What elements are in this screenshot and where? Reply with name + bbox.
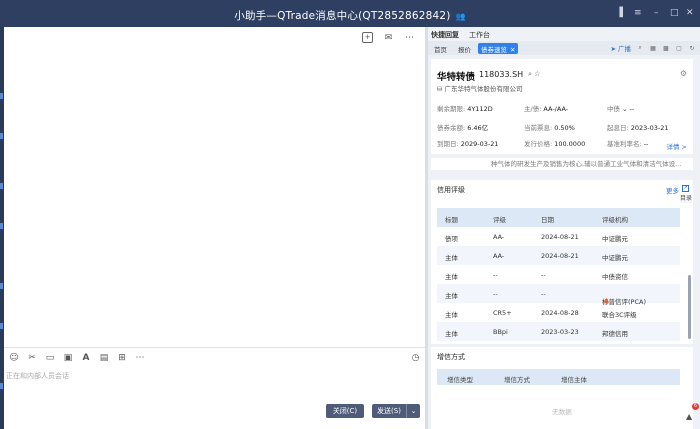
table-header: 标题 评级 日期 评级机构 [437, 208, 680, 227]
panel-tabs: 快捷回复 工作台 [428, 27, 700, 41]
field-maturity: 到期日: 2029-03-21 [437, 140, 499, 148]
subtab-bond-overview-label: 债券速览 [481, 46, 507, 54]
title-bar: 小助手—QTrade消息中心(QT2852862842) 👥 ▐ ≡ – □ ✕ [0, 0, 700, 27]
contact-card-icon[interactable]: ▤ [98, 352, 110, 364]
bond-name: 华特转债 [437, 72, 476, 83]
table-row[interactable]: 主体 -- -- 中债资信 [437, 265, 680, 284]
table-row[interactable]: 主体 BBpi 2023-03-23 邦德信用 [437, 322, 680, 341]
emoji-icon[interactable]: ☺ [8, 352, 20, 364]
empty-state: 无数据 [552, 408, 572, 416]
subtab-bar: 首页 报价 债券速览 ✕ ➤ 广播 ⌕ ▦ ▩ ▢ ↻ [428, 41, 700, 55]
broadcast-button[interactable]: ➤ 广播 [610, 43, 631, 53]
close-tab-icon[interactable]: ✕ [510, 46, 515, 54]
history-clock-icon[interactable]: ◷ [410, 352, 421, 363]
chat-area: + ✉ ⋯ ☺ ✂ ▭ ▣ A ▤ ⊞ ⋯ ◷ 正在和内部人员会话 关闭(C) … [4, 27, 425, 429]
folder-icon[interactable]: ▭ [44, 352, 56, 364]
field-chinabond: 中债 ⌄ -- [607, 105, 635, 113]
divider [4, 347, 425, 348]
add-icon[interactable]: + [362, 32, 373, 43]
field-balance: 债券余额: 6.46亿 [437, 124, 489, 132]
issuer-name: 广东华特气体股份有限公司 [444, 85, 523, 93]
mail-icon[interactable]: ✉ [383, 32, 394, 43]
maximize-icon[interactable]: □ [670, 8, 679, 18]
more-link[interactable]: 更多 [666, 185, 679, 195]
bond-card: 华特转债 118033.SH ⌕ ☆ ⚙ ⛁ 广东华特气体股份有限公司 剩余期限… [431, 59, 693, 154]
more-tools-icon[interactable]: ⋯ [134, 352, 146, 364]
workbench-panel: 快捷回复 工作台 首页 报价 债券速览 ✕ ➤ 广播 ⌕ ▦ ▩ ▢ ↻ 华特转债… [428, 27, 700, 429]
field-benchmark: 基准利率名: -- [607, 140, 649, 148]
field-rating: 主/债: AA-/AA- [524, 105, 569, 113]
table-row[interactable]: 主体 CR5+ 2024-08-28 联合3C评级 [437, 303, 680, 322]
search-icon[interactable]: ⌕ [528, 70, 532, 78]
company-description: 种气体的研发生产及销售为核心,辅以普通工业气体和清洁气体设... [431, 158, 693, 170]
window-title: 小助手—QTrade消息中心(QT2852862842) 👥 [0, 8, 700, 23]
company-icon: ⛁ [437, 85, 443, 93]
grid-icon[interactable]: ▩ [662, 44, 670, 52]
subtab-home[interactable]: 首页 [431, 43, 450, 54]
tab-quick-reply[interactable]: 快捷回复 [431, 27, 459, 41]
search-icon[interactable]: ⌕ [636, 44, 644, 52]
apps-icon[interactable]: ⊞ [116, 352, 128, 364]
enhancement-table-header: 增信类型 增信方式 增信主体 [437, 369, 680, 385]
field-coupon: 当前票息: 0.50% [524, 124, 575, 132]
signal-icon: ▐ [616, 8, 623, 18]
table-row[interactable]: 主体 AA- 2024-08-21 中证鹏元 [437, 246, 680, 265]
bond-code: 118033.SH [479, 70, 524, 79]
subtab-bond-overview[interactable]: 债券速览 ✕ [478, 43, 519, 54]
menu-icon[interactable]: ≡ [634, 8, 642, 18]
tab-workbench[interactable]: 工作台 [469, 27, 490, 41]
chat-top-toolbar: + ✉ ⋯ [362, 32, 415, 43]
minimize-icon[interactable]: – [654, 8, 659, 18]
calculator-icon[interactable]: ▦ [649, 44, 657, 52]
close-icon[interactable]: ✕ [686, 8, 694, 18]
broadcast-label: 广播 [618, 45, 631, 53]
message-input[interactable]: 正在和内部人员会话 [6, 371, 69, 381]
notification-badge: 6 [692, 403, 699, 410]
field-remaining-term: 剩余期限: 4Y112D [437, 105, 493, 113]
panel-tools: ➤ 广播 ⌕ ▦ ▩ ▢ ↻ [610, 43, 696, 53]
external-link-icon[interactable]: ↗ [682, 185, 689, 192]
subtab-quote[interactable]: 报价 [455, 43, 474, 54]
field-issue-price: 发行价格: 100.0000 [524, 140, 586, 148]
send-button[interactable]: 发送(S) [372, 404, 406, 418]
window-title-text: 小助手—QTrade消息中心(QT2852862842) [234, 10, 451, 22]
scissors-icon[interactable]: ✂ [26, 352, 38, 364]
scrollbar[interactable] [688, 275, 691, 339]
close-button[interactable]: 关闭(C) [326, 404, 364, 418]
issuer: ⛁ 广东华特气体股份有限公司 [437, 83, 523, 93]
people-icon[interactable]: 👥 [456, 12, 466, 21]
details-link[interactable]: 详情 > [666, 141, 687, 151]
send-options-chevron-icon[interactable]: ⌄ [406, 404, 420, 418]
credit-rating-card: 信用评级 更多 ↗ 目录 标题 评级 日期 评级机构 债项 AA- 2024-08-21 中… [431, 180, 693, 344]
credit-enhancement-card: 增信方式 增信类型 增信方式 增信主体 无数据 [431, 347, 693, 429]
bond-actions: ⌕ ☆ [528, 70, 540, 79]
field-start-date: 起息日: 2023-03-21 [607, 124, 669, 132]
compose-toolbar: ☺ ✂ ▭ ▣ A ▤ ⊞ ⋯ [8, 352, 146, 364]
bell-icon[interactable]: ▲ [686, 412, 696, 422]
credit-enhancement-title: 增信方式 [437, 353, 465, 361]
refresh-icon[interactable]: ↻ [688, 44, 696, 52]
credit-rating-title: 信用评级 [437, 186, 465, 194]
star-icon[interactable]: ☆ [534, 70, 540, 78]
chevron-down-icon[interactable]: ⌄ [622, 105, 627, 113]
more-icon[interactable]: ⋯ [404, 32, 415, 43]
catalog-tab[interactable]: 目录 [680, 195, 692, 203]
table-row[interactable]: 主体 -- -- 标普信评(PCA) ▲ [437, 284, 680, 306]
table-row[interactable]: 债项 AA- 2024-08-21 中证鹏元 [437, 227, 680, 246]
expand-icon[interactable]: ▢ [675, 44, 683, 52]
image-icon[interactable]: ▣ [62, 352, 74, 364]
credit-rating-table: 标题 评级 日期 评级机构 债项 AA- 2024-08-21 中证鹏元 主体 AA- 2024… [437, 208, 680, 341]
gear-icon[interactable]: ⚙ [680, 69, 687, 78]
font-icon[interactable]: A [80, 352, 92, 364]
